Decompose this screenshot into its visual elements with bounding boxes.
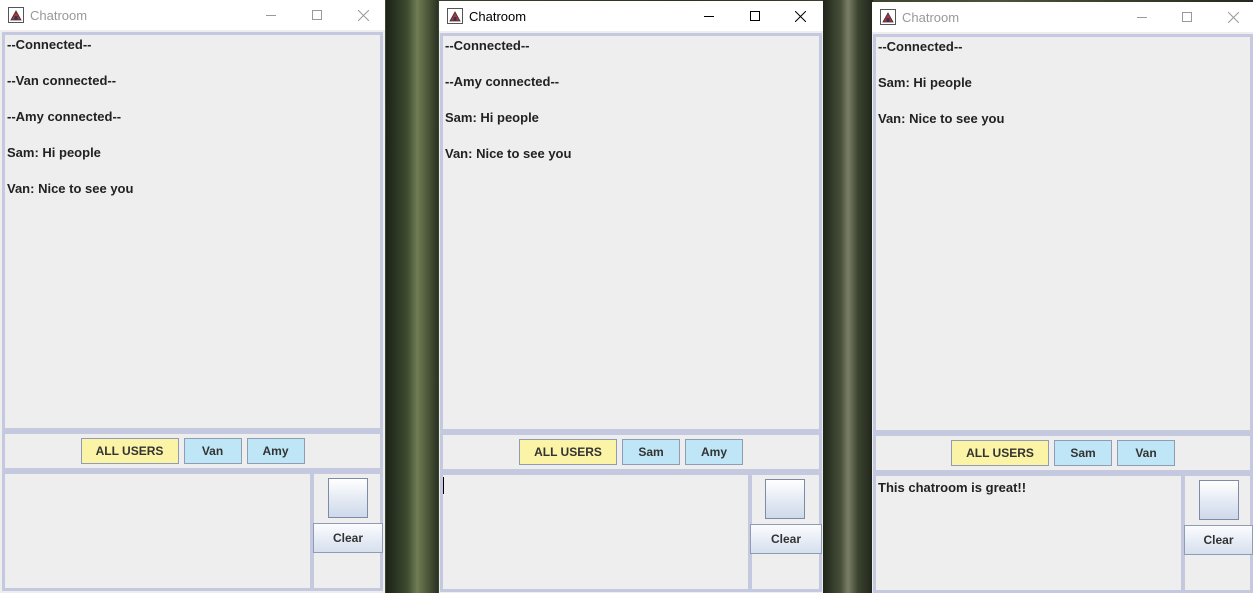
send-button[interactable] xyxy=(1199,480,1239,520)
message-area[interactable]: --Connected-- --Amy connected-- Sam: Hi … xyxy=(440,33,822,432)
maximize-icon xyxy=(750,11,760,21)
message-area[interactable]: --Connected-- --Van connected-- --Amy co… xyxy=(2,32,383,431)
minimize-button[interactable] xyxy=(1119,2,1165,32)
message-line: Van: Nice to see you xyxy=(878,111,1005,126)
input-text: This chatroom is great!! xyxy=(878,480,1027,495)
user-button-sam[interactable]: Sam xyxy=(1054,440,1112,466)
message-line: --Amy connected-- xyxy=(7,109,122,124)
send-button[interactable] xyxy=(328,478,368,518)
maximize-button[interactable] xyxy=(294,0,340,30)
user-button-sam[interactable]: Sam xyxy=(622,439,680,465)
app-icon[interactable] xyxy=(880,9,896,25)
close-icon xyxy=(794,10,806,22)
message-line: Sam: Hi people xyxy=(878,75,972,90)
user-button-van[interactable]: Van xyxy=(1117,440,1175,466)
user-selector-bar: ALL USERS Van Amy xyxy=(2,431,383,471)
chat-window-2: Chatroom --Connected-- --Amy connected--… xyxy=(439,1,823,593)
maximize-icon xyxy=(312,10,322,20)
message-area[interactable]: --Connected-- Sam: Hi people Van: Nice t… xyxy=(873,34,1253,433)
user-button-amy[interactable]: Amy xyxy=(685,439,743,465)
maximize-button[interactable] xyxy=(1164,2,1210,32)
chat-window-1: Chatroom --Connected-- --Van connected--… xyxy=(0,0,385,593)
tree-trunk xyxy=(386,0,438,593)
clear-button[interactable]: Clear xyxy=(1184,525,1253,555)
user-button-amy[interactable]: Amy xyxy=(246,438,305,464)
minimize-icon xyxy=(1137,12,1147,22)
close-icon xyxy=(1227,11,1239,23)
message-line: Van: Nice to see you xyxy=(7,181,134,196)
close-button[interactable] xyxy=(340,0,386,30)
send-button[interactable] xyxy=(765,479,805,519)
close-button[interactable] xyxy=(777,1,823,31)
message-line: --Connected-- xyxy=(7,37,92,52)
title-bar[interactable]: Chatroom xyxy=(0,0,385,30)
clear-button[interactable]: Clear xyxy=(313,523,383,553)
maximize-icon xyxy=(1182,12,1192,22)
window-title: Chatroom xyxy=(902,9,960,25)
title-bar[interactable]: Chatroom xyxy=(872,2,1253,32)
message-line: Sam: Hi people xyxy=(7,145,101,160)
all-users-button[interactable]: ALL USERS xyxy=(519,439,617,465)
maximize-button[interactable] xyxy=(732,1,778,31)
message-line: Sam: Hi people xyxy=(445,110,539,125)
message-line: --Van connected-- xyxy=(7,73,117,88)
chat-window-3: Chatroom --Connected-- Sam: Hi people Va… xyxy=(872,2,1253,593)
message-line: --Connected-- xyxy=(445,38,530,53)
app-icon[interactable] xyxy=(447,8,463,24)
user-selector-bar: ALL USERS Sam Van xyxy=(873,433,1253,473)
clear-button[interactable]: Clear xyxy=(750,524,822,554)
all-users-button[interactable]: ALL USERS xyxy=(80,438,179,464)
close-button[interactable] xyxy=(1210,2,1253,32)
text-caret xyxy=(443,477,444,494)
user-selector-bar: ALL USERS Sam Amy xyxy=(440,432,822,472)
minimize-button[interactable] xyxy=(248,0,294,30)
close-icon xyxy=(357,9,369,21)
all-users-button[interactable]: ALL USERS xyxy=(951,440,1049,466)
message-input[interactable]: This chatroom is great!! xyxy=(873,473,1184,593)
app-icon[interactable] xyxy=(8,7,24,23)
minimize-icon xyxy=(266,10,276,20)
window-title: Chatroom xyxy=(469,8,527,24)
tree-trunk xyxy=(823,0,873,593)
minimize-icon xyxy=(704,11,714,21)
message-input[interactable] xyxy=(440,472,751,592)
message-line: --Amy connected-- xyxy=(445,74,560,89)
message-line: --Connected-- xyxy=(878,39,963,54)
title-bar[interactable]: Chatroom xyxy=(439,1,823,31)
minimize-button[interactable] xyxy=(686,1,732,31)
message-input[interactable] xyxy=(2,471,313,591)
user-button-van[interactable]: Van xyxy=(183,438,242,464)
window-title: Chatroom xyxy=(30,7,88,23)
message-line: Van: Nice to see you xyxy=(445,146,572,161)
